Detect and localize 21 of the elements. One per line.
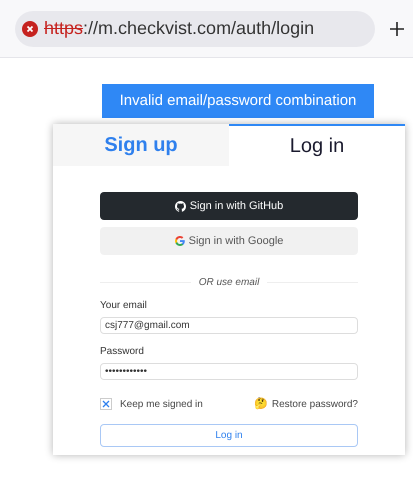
input-field[interactable]: csj777@gmail.com: [100, 317, 358, 334]
log-in-button[interactable]: Log in: [100, 424, 358, 446]
url-text: https://m.checkvist.com/auth/login: [44, 17, 314, 40]
checkbox-label: Keep me signed in: [120, 398, 203, 412]
plus-icon[interactable]: [389, 20, 405, 36]
divider-text: OR use email: [198, 276, 260, 290]
google-icon: [174, 236, 185, 246]
cross-icon: [102, 400, 110, 408]
error-banner: Invalid email/password combination: [102, 84, 374, 118]
restore-password-link[interactable]: Restore password?: [272, 396, 358, 412]
field-label: Your email: [100, 299, 148, 313]
github-sign-in-button[interactable]: Sign in with GitHub: [100, 192, 358, 220]
input-field[interactable]: ••••••••••••: [100, 363, 358, 380]
tab[interactable]: Log in: [229, 124, 405, 166]
github-icon: [174, 200, 186, 212]
google-sign-in-button[interactable]: Sign in with Google: [100, 227, 358, 255]
checkbox[interactable]: [100, 398, 112, 410]
thinking-emoji-icon: 🤔: [254, 396, 268, 412]
tab[interactable]: Sign up: [53, 124, 229, 166]
address-bar[interactable]: https://m.checkvist.com/auth/login: [15, 10, 375, 46]
field-label: Password: [100, 345, 145, 359]
